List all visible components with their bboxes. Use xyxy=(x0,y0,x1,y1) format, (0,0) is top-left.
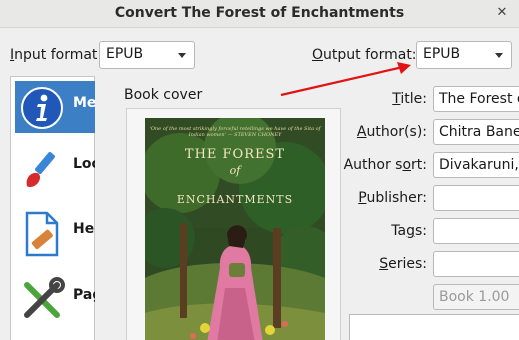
wrench-screwdriver-icon xyxy=(24,277,65,318)
info-icon xyxy=(21,87,63,129)
sidebar-item-heuristic-processing[interactable]: Heu pro xyxy=(15,207,95,259)
cover-title-line1: THE FOREST xyxy=(184,147,286,162)
publisher-label-post: ublisher: xyxy=(366,190,427,206)
title-field[interactable]: The Forest of Enchantments xyxy=(433,86,519,112)
output-format-select[interactable]: EPUB xyxy=(416,41,512,69)
publisher-field[interactable] xyxy=(433,185,519,211)
sidebar-item-label: Heu pro xyxy=(73,221,95,237)
cover-title-line3: ENCHANTMENTS xyxy=(176,193,294,206)
author-sort-label-pre: Author s xyxy=(343,157,403,173)
series-label-mnemonic: S xyxy=(379,256,389,272)
input-format-label: Input format: xyxy=(10,47,102,63)
series-index-field[interactable]: Book 1.00 xyxy=(433,284,519,310)
series-field[interactable] xyxy=(433,251,519,277)
publisher-label: Publisher: xyxy=(337,190,427,206)
sidebar-item-look-and-feel[interactable]: Loo xyxy=(15,142,95,194)
sidebar-item-page-setup[interactable]: Pag xyxy=(15,273,95,325)
input-format-label-post: nput format: xyxy=(14,47,103,63)
title-bar: Convert The Forest of Enchantments ✕ xyxy=(0,0,519,28)
sidebar-item-metadata[interactable]: Me xyxy=(15,81,95,133)
author-sort-label: Author sort: xyxy=(337,157,427,173)
author-sort-label-post: rt: xyxy=(411,157,427,173)
tags-label: Tags: xyxy=(337,223,427,239)
book-cover-label: Book cover xyxy=(124,87,203,103)
cover-tagline-source: — STEVEN CHONEY xyxy=(227,132,282,138)
author-sort-label-mnemonic: o xyxy=(402,157,412,173)
cover-tagline: 'One of the most strikingly forceful ret… xyxy=(149,126,321,138)
authors-field[interactable]: Chitra Banerjee Divakaruni xyxy=(433,119,519,145)
series-label-post: eries: xyxy=(388,256,427,272)
book-cover-image[interactable]: 'One of the most strikingly forceful ret… xyxy=(145,118,325,340)
comments-editor[interactable] xyxy=(349,314,519,340)
chevron-down-icon xyxy=(178,53,186,58)
sidebar-item-label: Loo xyxy=(73,156,95,172)
sidebar: Me Loo Heu pro Pag xyxy=(10,76,95,340)
tags-label-pre: Ta xyxy=(391,223,407,239)
window-title: Convert The Forest of Enchantments xyxy=(114,5,405,21)
authors-label-mnemonic: A xyxy=(356,124,367,140)
authors-label: Author(s): xyxy=(337,124,427,140)
author-sort-field[interactable]: Divakaruni, Chitra Banerjee xyxy=(433,152,519,178)
input-format-value: EPUB xyxy=(106,46,144,62)
series-label: Series: xyxy=(337,256,427,272)
cover-title-line2: of xyxy=(229,164,241,177)
tags-label-mnemonic: g xyxy=(406,223,415,239)
output-format-value: EPUB xyxy=(423,46,461,62)
sidebar-item-label: Pag xyxy=(73,287,95,303)
paintbrush-icon xyxy=(26,152,55,188)
sidebar-item-label: Me xyxy=(73,95,95,111)
authors-label-post: uthor(s): xyxy=(366,124,428,140)
tags-field[interactable] xyxy=(433,218,519,244)
close-button[interactable]: ✕ xyxy=(493,4,511,22)
title-label-post: itle: xyxy=(400,91,427,107)
title-label: Title: xyxy=(337,91,427,107)
chevron-down-icon xyxy=(495,53,503,58)
heuristics-document-icon xyxy=(25,211,59,257)
tags-label-post: s: xyxy=(414,223,427,239)
input-format-select[interactable]: EPUB xyxy=(99,41,195,69)
